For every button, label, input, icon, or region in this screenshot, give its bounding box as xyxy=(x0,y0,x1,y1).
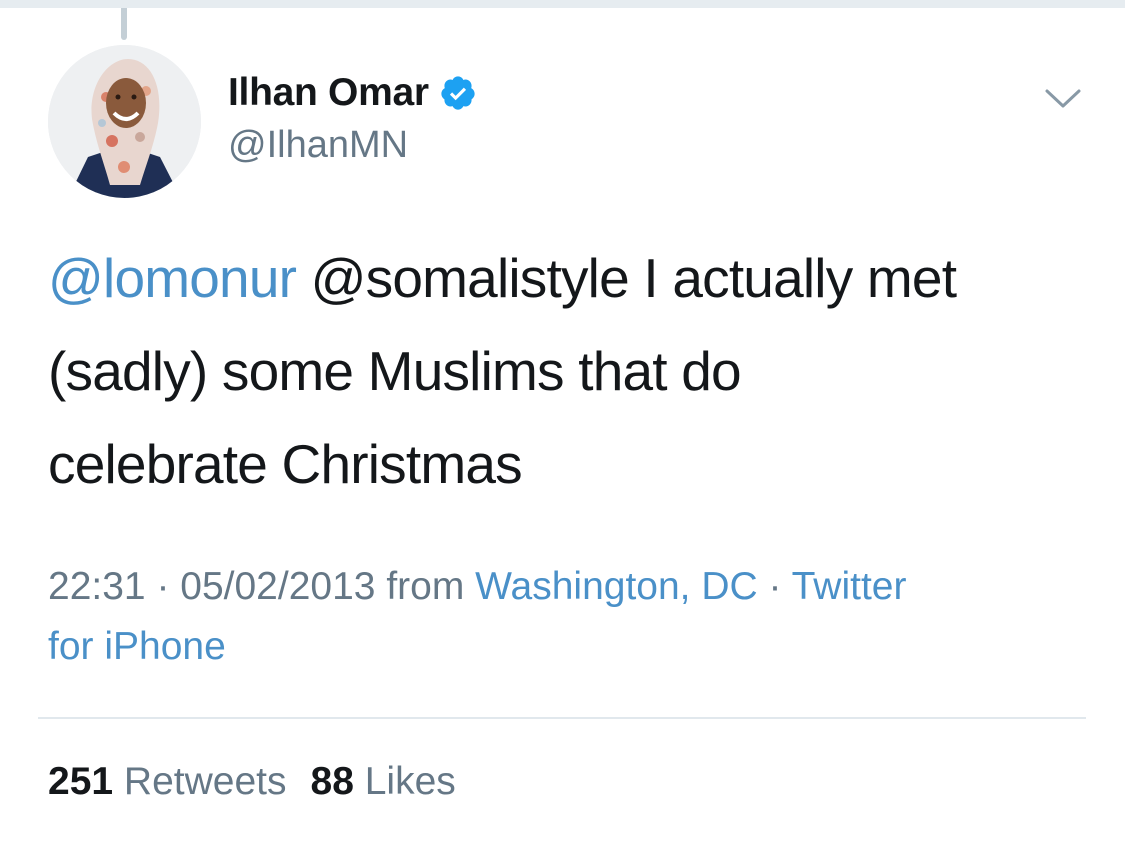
metadata-line-2: for iPhone xyxy=(48,617,1088,677)
thread-connector-line xyxy=(121,8,127,40)
author-display-name[interactable]: Ilhan Omar xyxy=(228,71,429,115)
top-bar xyxy=(0,0,1125,8)
tweet-text-segment: I actually met xyxy=(628,247,957,309)
tweet-metadata: 22:31 · 05/02/2013 from Washington, DC ·… xyxy=(48,557,1088,677)
tweet-stats: 251 Retweets 88 Likes xyxy=(48,760,456,804)
likes-label: Likes xyxy=(364,760,456,803)
tweet-text-line-3: celebrate Christmas xyxy=(48,433,523,495)
divider xyxy=(38,717,1086,719)
retweets-label: Retweets xyxy=(123,760,287,803)
client-link-continued[interactable]: for iPhone xyxy=(48,625,226,668)
separator: · xyxy=(757,565,792,608)
retweets-stat[interactable]: 251 Retweets xyxy=(48,760,287,803)
avatar[interactable] xyxy=(48,45,201,198)
author-name-row[interactable]: Ilhan Omar xyxy=(228,68,477,118)
likes-stat[interactable]: 88 Likes xyxy=(311,760,456,803)
separator: · xyxy=(145,565,181,608)
author-handle[interactable]: @IlhanMN xyxy=(228,124,408,167)
avatar-photo xyxy=(48,45,201,198)
from-label: from xyxy=(375,565,476,608)
mention-link-lomonur[interactable]: @lomonur xyxy=(48,247,297,309)
retweets-count: 251 xyxy=(48,760,114,803)
likes-count: 88 xyxy=(310,760,354,803)
verified-badge-icon xyxy=(439,74,477,112)
tweet-text-line-2: (sadly) some Muslims that do xyxy=(48,340,742,402)
tweet-date: 05/02/2013 xyxy=(180,565,376,608)
tweet-time: 22:31 xyxy=(48,565,146,608)
metadata-line-1: 22:31 · 05/02/2013 from Washington, DC ·… xyxy=(48,557,1088,617)
mention-link-somalistyle[interactable]: @somalistyle xyxy=(311,247,630,309)
client-link[interactable]: Twitter xyxy=(792,565,907,608)
tweet-text-line-1: @lomonur @somalistyle I actually met xyxy=(48,232,1088,325)
location-link[interactable]: Washington, DC xyxy=(475,565,758,608)
tweet-text: @lomonur @somalistyle I actually met (sa… xyxy=(48,232,1088,511)
chevron-down-icon[interactable] xyxy=(1044,86,1082,112)
